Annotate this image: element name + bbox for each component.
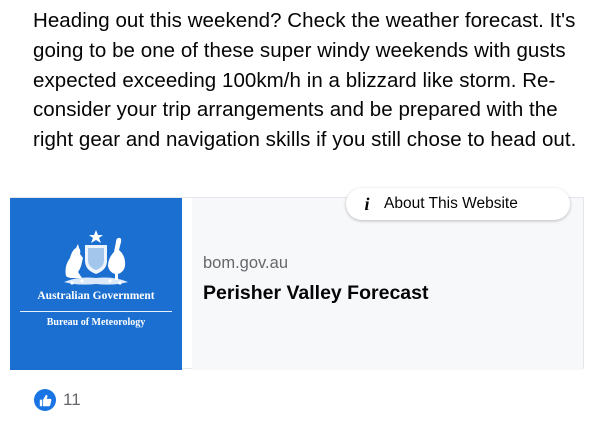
link-preview-card[interactable]: Australian Government Bureau of Meteorol…: [10, 197, 584, 370]
link-info[interactable]: bom.gov.au Perisher Valley Forecast: [192, 198, 583, 370]
facebook-post: Heading out this weekend? Check the weat…: [0, 0, 592, 424]
link-title[interactable]: Perisher Valley Forecast: [203, 282, 428, 305]
coat-of-arms-icon: [64, 230, 128, 285]
like-count: 11: [63, 390, 81, 409]
reactions-summary[interactable]: 11: [34, 389, 81, 411]
org-name: Australian Government: [37, 290, 155, 302]
divider: [20, 311, 172, 312]
link-domain: bom.gov.au: [203, 254, 288, 272]
post-text: Heading out this weekend? Check the weat…: [33, 9, 577, 152]
like-icon: [34, 389, 56, 411]
about-this-website-button[interactable]: i About This Website: [346, 188, 570, 220]
about-this-website-label: About This Website: [384, 195, 518, 212]
info-icon: i: [364, 193, 370, 214]
agency-name: Bureau of Meteorology: [46, 317, 146, 328]
link-thumbnail[interactable]: Australian Government Bureau of Meteorol…: [10, 198, 182, 370]
